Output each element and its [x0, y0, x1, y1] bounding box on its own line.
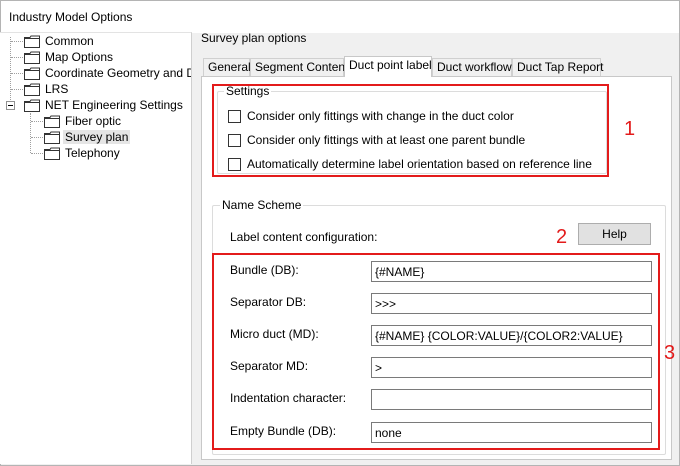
tree-label: NET Engineering Settings: [45, 98, 183, 112]
section-title: Survey plan options: [201, 31, 307, 45]
folder-icon: [24, 83, 40, 96]
title-bar: Industry Model Options: [1, 1, 679, 33]
options-tree[interactable]: Common Map Options Coordinate Geometry a…: [0, 32, 192, 464]
tab-duct-workflow[interactable]: Duct workflow: [432, 58, 512, 76]
tab-general[interactable]: General: [203, 58, 251, 76]
folder-icon: [44, 147, 60, 160]
folder-icon: [24, 35, 40, 48]
window-title: Industry Model Options: [9, 10, 133, 24]
tree-item-map-options[interactable]: Map Options: [24, 49, 115, 65]
folder-icon: [44, 115, 60, 128]
tab-duct-point-label[interactable]: Duct point label: [344, 56, 432, 77]
tree-item-survey-plan[interactable]: Survey plan: [44, 129, 131, 145]
annotation-box-1: [212, 84, 609, 177]
help-button[interactable]: Help: [578, 223, 651, 245]
collapse-toggle[interactable]: [6, 101, 15, 110]
tab-duct-tap-report[interactable]: Duct Tap Report: [512, 58, 604, 76]
folder-icon: [44, 131, 60, 144]
tree-item-telephony[interactable]: Telephony: [44, 145, 122, 161]
tree-label: Map Options: [45, 50, 114, 64]
tree-item-cogo[interactable]: Coordinate Geometry and Dime: [24, 65, 191, 81]
tree-label: Coordinate Geometry and Dime: [45, 66, 191, 80]
tree-label: Survey plan: [63, 130, 131, 144]
tree-item-common[interactable]: Common: [24, 33, 96, 49]
folder-icon: [24, 67, 40, 80]
tree-label: Common: [45, 34, 94, 48]
folder-icon: [24, 51, 40, 64]
tree-item-fiber-optic[interactable]: Fiber optic: [44, 113, 123, 129]
tree-label: Telephony: [65, 146, 120, 160]
tree-label: Fiber optic: [65, 114, 122, 128]
name-scheme-title: Name Scheme: [220, 198, 304, 212]
annotation-marker-2: 2: [556, 226, 568, 248]
label-content-config: Label content configuration:: [230, 230, 378, 244]
annotation-box-3: [212, 253, 660, 450]
tree-label: LRS: [45, 82, 69, 96]
tree-item-lrs[interactable]: LRS: [24, 81, 70, 97]
tree-item-net-engineering[interactable]: NET Engineering Settings: [24, 97, 185, 113]
annotation-marker-3: 3: [664, 342, 676, 364]
annotation-marker-1: 1: [624, 118, 636, 140]
tab-segment-content[interactable]: Segment Content: [250, 58, 348, 76]
folder-icon: [24, 99, 40, 112]
